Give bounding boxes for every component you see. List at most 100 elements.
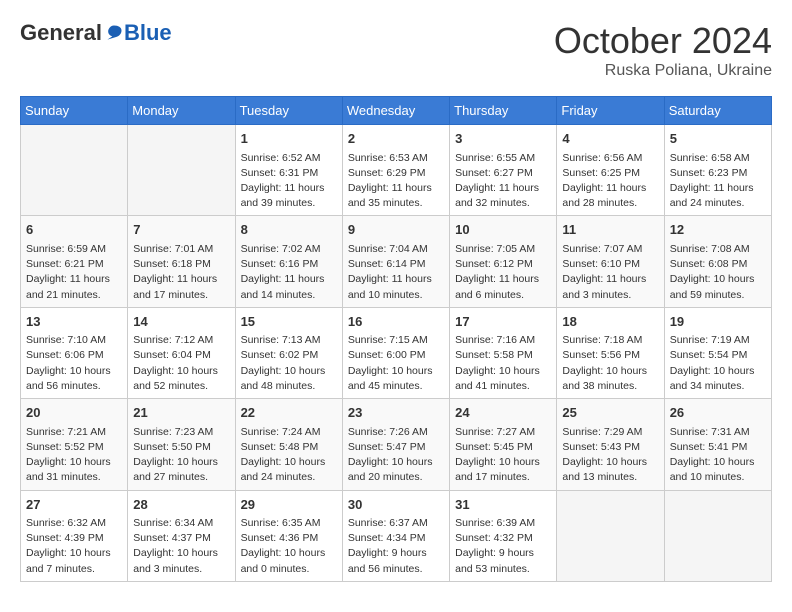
- calendar-day-cell: 20Sunrise: 7:21 AMSunset: 5:52 PMDayligh…: [21, 399, 128, 490]
- day-info: Sunrise: 7:23 AMSunset: 5:50 PMDaylight:…: [133, 425, 229, 486]
- calendar-day-cell: 29Sunrise: 6:35 AMSunset: 4:36 PMDayligh…: [235, 490, 342, 581]
- day-info: Sunrise: 6:55 AMSunset: 6:27 PMDaylight:…: [455, 151, 551, 212]
- day-number: 3: [455, 129, 551, 149]
- day-info: Sunrise: 7:31 AMSunset: 5:41 PMDaylight:…: [670, 425, 766, 486]
- day-number: 28: [133, 495, 229, 515]
- day-number: 14: [133, 312, 229, 332]
- day-info: Sunrise: 7:13 AMSunset: 6:02 PMDaylight:…: [241, 333, 337, 394]
- day-of-week-header: Thursday: [450, 97, 557, 125]
- day-of-week-header: Monday: [128, 97, 235, 125]
- day-info: Sunrise: 7:07 AMSunset: 6:10 PMDaylight:…: [562, 242, 658, 303]
- calendar-table: SundayMondayTuesdayWednesdayThursdayFrid…: [20, 96, 772, 582]
- day-of-week-header: Tuesday: [235, 97, 342, 125]
- day-number: 23: [348, 403, 444, 423]
- day-number: 15: [241, 312, 337, 332]
- day-number: 2: [348, 129, 444, 149]
- day-number: 5: [670, 129, 766, 149]
- calendar-day-cell: 26Sunrise: 7:31 AMSunset: 5:41 PMDayligh…: [664, 399, 771, 490]
- day-info: Sunrise: 7:10 AMSunset: 6:06 PMDaylight:…: [26, 333, 122, 394]
- day-info: Sunrise: 6:59 AMSunset: 6:21 PMDaylight:…: [26, 242, 122, 303]
- day-number: 8: [241, 220, 337, 240]
- day-info: Sunrise: 6:32 AMSunset: 4:39 PMDaylight:…: [26, 516, 122, 577]
- month-title: October 2024: [554, 20, 772, 62]
- calendar-day-cell: 21Sunrise: 7:23 AMSunset: 5:50 PMDayligh…: [128, 399, 235, 490]
- day-info: Sunrise: 7:29 AMSunset: 5:43 PMDaylight:…: [562, 425, 658, 486]
- day-info: Sunrise: 7:12 AMSunset: 6:04 PMDaylight:…: [133, 333, 229, 394]
- day-number: 21: [133, 403, 229, 423]
- day-number: 31: [455, 495, 551, 515]
- day-info: Sunrise: 7:15 AMSunset: 6:00 PMDaylight:…: [348, 333, 444, 394]
- day-number: 20: [26, 403, 122, 423]
- day-number: 17: [455, 312, 551, 332]
- day-number: 26: [670, 403, 766, 423]
- day-info: Sunrise: 6:58 AMSunset: 6:23 PMDaylight:…: [670, 151, 766, 212]
- day-of-week-header: Friday: [557, 97, 664, 125]
- day-number: 18: [562, 312, 658, 332]
- calendar-day-cell: 30Sunrise: 6:37 AMSunset: 4:34 PMDayligh…: [342, 490, 449, 581]
- day-number: 12: [670, 220, 766, 240]
- day-number: 13: [26, 312, 122, 332]
- calendar-day-cell: 16Sunrise: 7:15 AMSunset: 6:00 PMDayligh…: [342, 307, 449, 398]
- title-block: October 2024 Ruska Poliana, Ukraine: [554, 20, 772, 80]
- calendar-day-cell: 11Sunrise: 7:07 AMSunset: 6:10 PMDayligh…: [557, 216, 664, 307]
- day-info: Sunrise: 7:24 AMSunset: 5:48 PMDaylight:…: [241, 425, 337, 486]
- day-number: 10: [455, 220, 551, 240]
- day-number: 29: [241, 495, 337, 515]
- day-info: Sunrise: 7:27 AMSunset: 5:45 PMDaylight:…: [455, 425, 551, 486]
- calendar-header-row: SundayMondayTuesdayWednesdayThursdayFrid…: [21, 97, 772, 125]
- calendar-day-cell: 8Sunrise: 7:02 AMSunset: 6:16 PMDaylight…: [235, 216, 342, 307]
- logo-blue-text: Blue: [124, 20, 172, 46]
- day-info: Sunrise: 6:52 AMSunset: 6:31 PMDaylight:…: [241, 151, 337, 212]
- day-number: 7: [133, 220, 229, 240]
- day-number: 11: [562, 220, 658, 240]
- day-info: Sunrise: 6:34 AMSunset: 4:37 PMDaylight:…: [133, 516, 229, 577]
- calendar-day-cell: 13Sunrise: 7:10 AMSunset: 6:06 PMDayligh…: [21, 307, 128, 398]
- page-header: General Blue October 2024 Ruska Poliana,…: [20, 20, 772, 80]
- calendar-day-cell: 10Sunrise: 7:05 AMSunset: 6:12 PMDayligh…: [450, 216, 557, 307]
- day-info: Sunrise: 6:56 AMSunset: 6:25 PMDaylight:…: [562, 151, 658, 212]
- calendar-day-cell: 14Sunrise: 7:12 AMSunset: 6:04 PMDayligh…: [128, 307, 235, 398]
- calendar-day-cell: 25Sunrise: 7:29 AMSunset: 5:43 PMDayligh…: [557, 399, 664, 490]
- calendar-day-cell: 3Sunrise: 6:55 AMSunset: 6:27 PMDaylight…: [450, 125, 557, 216]
- calendar-day-cell: 7Sunrise: 7:01 AMSunset: 6:18 PMDaylight…: [128, 216, 235, 307]
- day-info: Sunrise: 7:04 AMSunset: 6:14 PMDaylight:…: [348, 242, 444, 303]
- calendar-day-cell: 1Sunrise: 6:52 AMSunset: 6:31 PMDaylight…: [235, 125, 342, 216]
- day-number: 6: [26, 220, 122, 240]
- calendar-day-cell: 15Sunrise: 7:13 AMSunset: 6:02 PMDayligh…: [235, 307, 342, 398]
- day-number: 30: [348, 495, 444, 515]
- calendar-day-cell: 6Sunrise: 6:59 AMSunset: 6:21 PMDaylight…: [21, 216, 128, 307]
- day-info: Sunrise: 7:19 AMSunset: 5:54 PMDaylight:…: [670, 333, 766, 394]
- day-number: 22: [241, 403, 337, 423]
- calendar-day-cell: [664, 490, 771, 581]
- day-of-week-header: Saturday: [664, 97, 771, 125]
- day-info: Sunrise: 7:05 AMSunset: 6:12 PMDaylight:…: [455, 242, 551, 303]
- location-subtitle: Ruska Poliana, Ukraine: [554, 62, 772, 80]
- calendar-day-cell: 9Sunrise: 7:04 AMSunset: 6:14 PMDaylight…: [342, 216, 449, 307]
- day-number: 27: [26, 495, 122, 515]
- calendar-week-row: 20Sunrise: 7:21 AMSunset: 5:52 PMDayligh…: [21, 399, 772, 490]
- day-info: Sunrise: 7:21 AMSunset: 5:52 PMDaylight:…: [26, 425, 122, 486]
- day-info: Sunrise: 6:37 AMSunset: 4:34 PMDaylight:…: [348, 516, 444, 577]
- calendar-week-row: 13Sunrise: 7:10 AMSunset: 6:06 PMDayligh…: [21, 307, 772, 398]
- day-info: Sunrise: 7:01 AMSunset: 6:18 PMDaylight:…: [133, 242, 229, 303]
- day-number: 9: [348, 220, 444, 240]
- day-of-week-header: Sunday: [21, 97, 128, 125]
- day-info: Sunrise: 6:53 AMSunset: 6:29 PMDaylight:…: [348, 151, 444, 212]
- calendar-day-cell: 12Sunrise: 7:08 AMSunset: 6:08 PMDayligh…: [664, 216, 771, 307]
- day-info: Sunrise: 6:35 AMSunset: 4:36 PMDaylight:…: [241, 516, 337, 577]
- calendar-day-cell: [557, 490, 664, 581]
- calendar-day-cell: [21, 125, 128, 216]
- logo-general-text: General: [20, 20, 102, 46]
- calendar-day-cell: 22Sunrise: 7:24 AMSunset: 5:48 PMDayligh…: [235, 399, 342, 490]
- calendar-day-cell: 17Sunrise: 7:16 AMSunset: 5:58 PMDayligh…: [450, 307, 557, 398]
- calendar-day-cell: 19Sunrise: 7:19 AMSunset: 5:54 PMDayligh…: [664, 307, 771, 398]
- day-info: Sunrise: 7:02 AMSunset: 6:16 PMDaylight:…: [241, 242, 337, 303]
- calendar-day-cell: [128, 125, 235, 216]
- day-info: Sunrise: 7:16 AMSunset: 5:58 PMDaylight:…: [455, 333, 551, 394]
- day-number: 24: [455, 403, 551, 423]
- day-number: 25: [562, 403, 658, 423]
- day-info: Sunrise: 6:39 AMSunset: 4:32 PMDaylight:…: [455, 516, 551, 577]
- calendar-day-cell: 5Sunrise: 6:58 AMSunset: 6:23 PMDaylight…: [664, 125, 771, 216]
- calendar-day-cell: 18Sunrise: 7:18 AMSunset: 5:56 PMDayligh…: [557, 307, 664, 398]
- calendar-day-cell: 24Sunrise: 7:27 AMSunset: 5:45 PMDayligh…: [450, 399, 557, 490]
